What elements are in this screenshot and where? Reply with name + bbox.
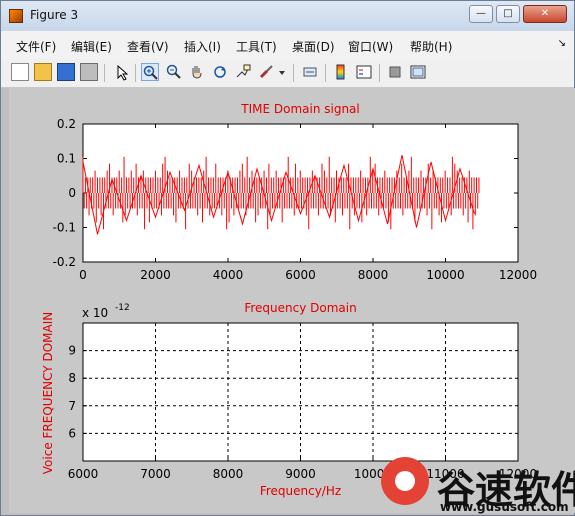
- zoom-out-icon[interactable]: [165, 63, 183, 81]
- time-y-tick-label: 0.1: [57, 152, 76, 166]
- menu-file[interactable]: 文件(F): [16, 38, 56, 55]
- time-x-tick-label: 12000: [499, 268, 537, 282]
- menu-window[interactable]: 窗口(W): [348, 38, 393, 55]
- open-folder-icon[interactable]: [34, 63, 52, 81]
- dropdown-icon[interactable]: [277, 63, 287, 81]
- plot-area: TIME Domain signal 0 2000 4000 6000 8000 10000…: [41, 102, 537, 498]
- freq-x-tick-label: 8000: [213, 467, 244, 481]
- toolbar: [1, 59, 574, 88]
- pan-icon[interactable]: [188, 63, 206, 81]
- time-x-tick-label: 8000: [358, 268, 389, 282]
- freq-x-tick-label: 7000: [140, 467, 171, 481]
- menu-desktop[interactable]: 桌面(D): [292, 38, 335, 55]
- freq-x-tick-label: 6000: [68, 467, 99, 481]
- dock-icon[interactable]: [409, 63, 427, 81]
- figure-window: Figure 3 — □ ✕ 文件(F) 编辑(E) 查看(V) 插入(I) 工…: [0, 0, 575, 516]
- data-cursor-icon[interactable]: [234, 63, 252, 81]
- time-x-tick-label: 6000: [285, 268, 316, 282]
- maximize-button[interactable]: □: [496, 5, 520, 23]
- select-arrow-icon[interactable]: [113, 63, 131, 81]
- freq-plot-title: Frequency Domain: [244, 301, 356, 315]
- colorbar-icon[interactable]: [332, 63, 350, 81]
- rotate-icon[interactable]: [211, 63, 229, 81]
- time-y-tick-label: 0: [68, 186, 76, 200]
- time-y-tick-label: -0.2: [53, 255, 76, 269]
- window-title: Figure 3: [30, 8, 79, 22]
- freq-y-tick-label: 8: [68, 371, 76, 385]
- freq-x-tick-label: 9000: [285, 467, 316, 481]
- print-icon[interactable]: [80, 63, 98, 81]
- figure-canvas: TIME Domain signal 0 2000 4000 6000 8000 10000…: [9, 88, 575, 513]
- zoom-in-icon[interactable]: [141, 63, 159, 81]
- freq-x-axis-label: Frequency/Hz: [260, 484, 341, 498]
- matlab-icon: [9, 9, 23, 23]
- menu-dock-icon[interactable]: ↘: [558, 38, 566, 49]
- time-x-tick-label: 10000: [426, 268, 464, 282]
- time-x-tick-label: 0: [79, 268, 87, 282]
- freq-y-tick-label: 7: [68, 399, 76, 413]
- close-button[interactable]: ✕: [523, 5, 567, 23]
- hide-tools-icon[interactable]: [386, 63, 404, 81]
- time-plot-title: TIME Domain signal: [240, 102, 360, 116]
- menu-edit[interactable]: 编辑(E): [71, 38, 112, 55]
- new-file-icon[interactable]: [11, 63, 29, 81]
- minimize-button[interactable]: —: [469, 5, 493, 23]
- freq-exponent-power: -12: [115, 303, 130, 313]
- watermark-url: www.gususoft.com: [440, 500, 569, 514]
- freq-y-axis-label: Voice FREQUENCY DOMAIN: [41, 312, 55, 474]
- menu-bar: 文件(F) 编辑(E) 查看(V) 插入(I) 工具(T) 桌面(D) 窗口(W…: [1, 31, 574, 60]
- menu-tools[interactable]: 工具(T): [236, 38, 277, 55]
- time-y-tick-label: 0.2: [57, 117, 76, 131]
- menu-insert[interactable]: 插入(I): [184, 38, 221, 55]
- freq-exponent-base: x 10: [82, 306, 108, 320]
- freq-y-tick-label: 6: [68, 426, 76, 440]
- brush-icon[interactable]: [257, 63, 275, 81]
- save-icon[interactable]: [57, 63, 75, 81]
- freq-y-tick-label: 9: [68, 344, 76, 358]
- menu-help[interactable]: 帮助(H): [410, 38, 452, 55]
- legend-icon[interactable]: [355, 63, 373, 81]
- menu-view[interactable]: 查看(V): [127, 38, 169, 55]
- time-y-tick-label: -0.1: [53, 221, 76, 235]
- link-icon[interactable]: [301, 63, 319, 81]
- watermark-logo-center-icon: [395, 471, 415, 491]
- time-x-tick-label: 4000: [213, 268, 244, 282]
- title-bar: Figure 3 — □ ✕: [1, 1, 574, 32]
- time-x-tick-label: 2000: [140, 268, 171, 282]
